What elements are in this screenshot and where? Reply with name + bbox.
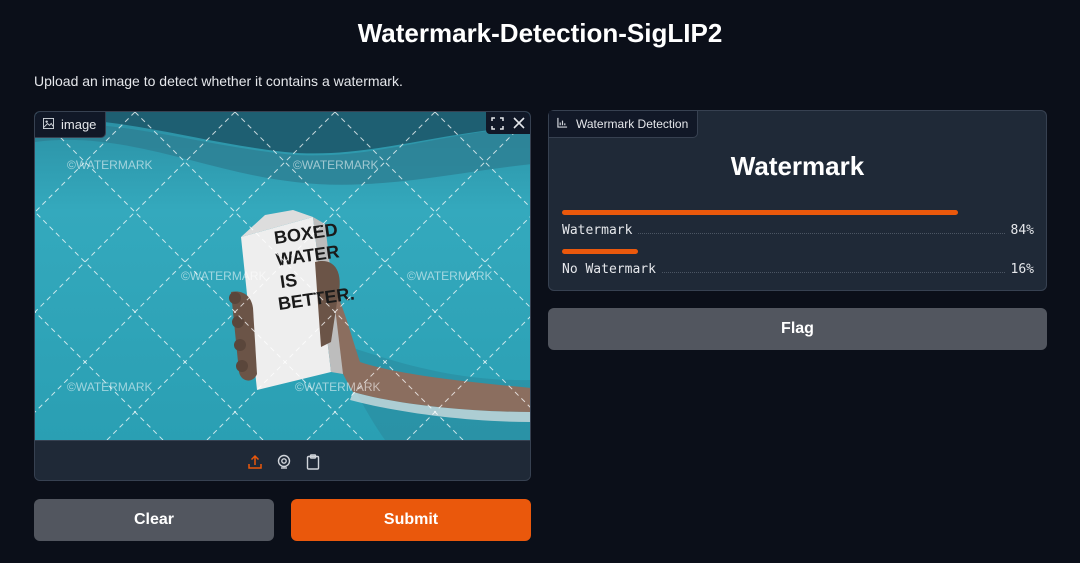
confidence-leader xyxy=(661,272,1005,273)
confidence-leader xyxy=(638,233,1005,234)
upload-icon[interactable] xyxy=(246,453,264,471)
page-description: Upload an image to detect whether it con… xyxy=(34,73,403,89)
confidence-label: Watermark xyxy=(562,223,633,238)
watermark-text: ©WATERMARK xyxy=(407,269,493,283)
clipboard-icon[interactable] xyxy=(304,453,322,471)
watermark-text: ©WATERMARK xyxy=(295,380,381,394)
image-label-text: image xyxy=(61,117,97,132)
output-label-text: Watermark Detection xyxy=(576,117,689,131)
image-input-label: image xyxy=(35,112,107,138)
watermark-text: ©WATERMARK xyxy=(293,158,379,172)
watermark-text: ©WATERMARK xyxy=(67,158,153,172)
confidence-item[interactable]: Watermark 84% xyxy=(562,210,1034,238)
confidence-bar xyxy=(562,210,959,215)
image-input-panel[interactable]: BOXED WATER IS BETTER. ©WATERMARK ©WATER… xyxy=(34,111,531,481)
image-toolbar xyxy=(486,112,530,134)
submit-button[interactable]: Submit xyxy=(291,499,531,541)
uploaded-image: BOXED WATER IS BETTER. ©WATERMARK ©WATER… xyxy=(35,112,530,440)
confidence-value: 84% xyxy=(1010,223,1034,238)
confidence-value: 16% xyxy=(1010,262,1034,277)
detection-output-panel: Watermark Detection Watermark Watermark … xyxy=(548,110,1047,291)
fullscreen-icon[interactable] xyxy=(486,112,508,134)
page-title: Watermark-Detection-SigLIP2 xyxy=(357,18,723,48)
flag-button[interactable]: Flag xyxy=(548,308,1047,350)
clear-button[interactable]: Clear xyxy=(34,499,274,541)
watermark-text: ©WATERMARK xyxy=(181,269,267,283)
webcam-icon[interactable] xyxy=(275,453,293,471)
output-label: Watermark Detection xyxy=(549,111,699,138)
close-icon[interactable] xyxy=(508,112,530,134)
image-source-bar xyxy=(35,440,530,480)
image-icon xyxy=(43,117,54,132)
bar-chart-icon xyxy=(557,117,568,131)
confidence-bar xyxy=(562,249,638,254)
confidence-label: No Watermark xyxy=(562,262,656,277)
confidence-item[interactable]: No Watermark 16% xyxy=(562,249,1034,277)
watermark-text: ©WATERMARK xyxy=(67,380,153,394)
predicted-label: Watermark xyxy=(730,151,865,181)
